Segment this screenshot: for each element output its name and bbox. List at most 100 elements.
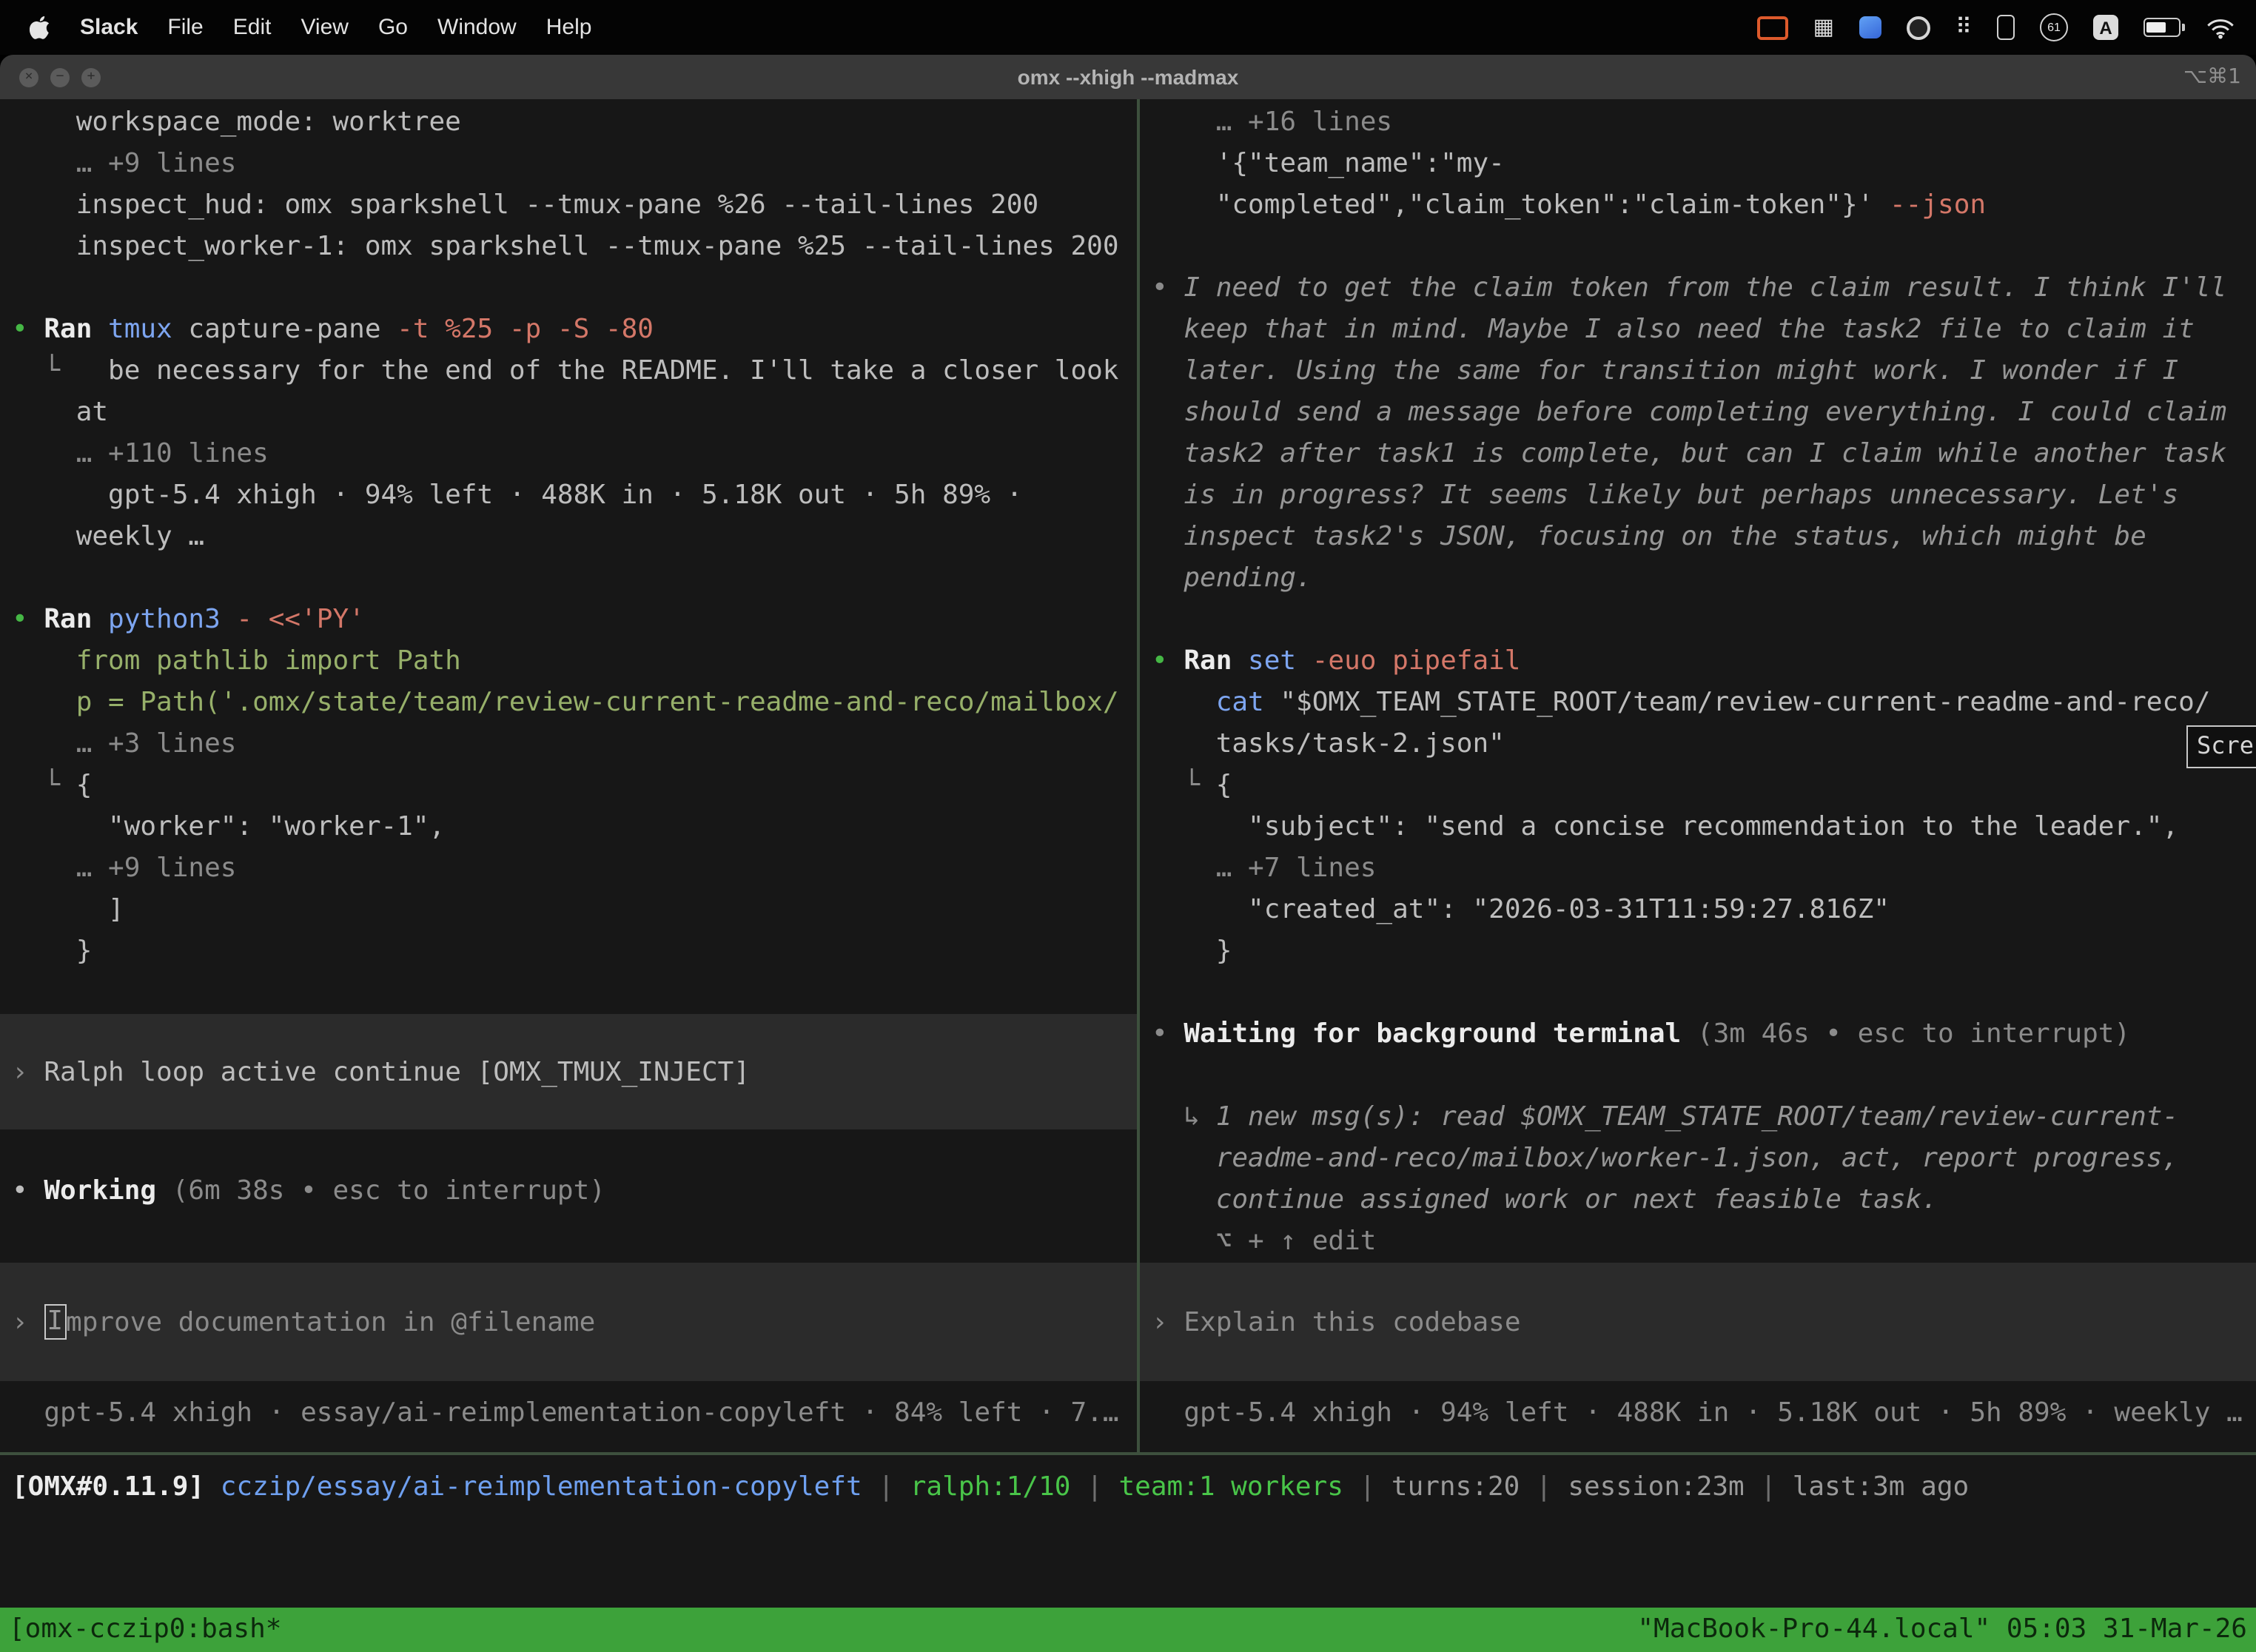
- thinking-line: later. Using the same for transition mig…: [1140, 351, 2256, 392]
- menu-window[interactable]: Window: [423, 15, 531, 40]
- script-line: p = Path('.omx/state/team/review-current…: [0, 682, 1137, 724]
- script-line: from pathlib import Path: [0, 641, 1137, 682]
- prompt-icon: ›: [12, 1306, 28, 1337]
- menu-bar-left: SlackFileEditViewGoWindowHelp: [21, 15, 606, 40]
- blue-app-icon[interactable]: [1859, 16, 1881, 38]
- terminal-line: … +9 lines: [0, 144, 1137, 185]
- mailbox-message-line: continue assigned work or next feasible …: [1140, 1180, 2256, 1221]
- menu-bar-status-icons: ▦ ⠿ 61 A: [1732, 13, 2235, 41]
- inject-message-bar[interactable]: › Ralph loop active continue [OMX_TMUX_IN…: [0, 1014, 1137, 1129]
- terminal-content: workspace_mode: worktree … +9 lines insp…: [0, 99, 2256, 1652]
- tmux-pane-right[interactable]: … +16 lines '{"team_name":"my-team","tas…: [1140, 99, 2256, 1452]
- menu-edit[interactable]: Edit: [218, 15, 286, 40]
- collapsed-lines-indicator: … +16 lines: [1140, 102, 2256, 144]
- command-output-line: └{: [0, 765, 1137, 807]
- tmux-pane-left[interactable]: workspace_mode: worktree … +9 lines insp…: [0, 99, 1137, 1452]
- bullet-icon: •: [1152, 641, 1168, 682]
- phone-icon[interactable]: [1997, 15, 2015, 40]
- menu-bar: SlackFileEditViewGoWindowHelp ▦ ⠿ 61 A: [0, 0, 2256, 55]
- turns-counter: turns:20: [1391, 1467, 1520, 1508]
- command-output-line: }: [1140, 931, 2256, 973]
- terminal-line: '{"team_name":"my-team","task_id":"1","f…: [1140, 144, 2256, 185]
- wifi-icon[interactable]: [2206, 16, 2235, 39]
- prompt-placeholder: mprove documentation in @filename: [66, 1306, 595, 1337]
- command-output-line: weekly …: [0, 517, 1137, 558]
- menu-view[interactable]: View: [286, 15, 363, 40]
- tmux-status-bar: [omx-cczip0:bash* "MacBook-Pro-44.local" …: [0, 1608, 2256, 1652]
- command-output-line: "subject": "send a concise recommendatio…: [1140, 807, 2256, 848]
- omx-version: [OMX#0.11.9]: [12, 1467, 204, 1508]
- collapsed-lines-indicator: … +7 lines: [1140, 848, 2256, 890]
- reply-arrow-icon: ↳: [1184, 1097, 1200, 1138]
- tmux-horizontal-divider: [0, 1452, 2256, 1455]
- terminal-line: inspect_hud: omx sparkshell --tmux-pane …: [0, 185, 1137, 226]
- prompt-input-left[interactable]: › Improve documentation in @filename: [0, 1263, 1137, 1381]
- prompt-icon: ›: [12, 1056, 28, 1087]
- corner-icon: └: [1184, 765, 1200, 807]
- inject-message-text: Ralph loop active continue [OMX_TMUX_INJ…: [44, 1056, 750, 1087]
- command-output-line: at: [0, 392, 1137, 434]
- bullet-icon: •: [12, 1171, 28, 1212]
- command-output-line: gpt-5.4 xhigh · 94% left · 488K in · 5.1…: [0, 475, 1137, 517]
- menu-file[interactable]: File: [152, 15, 218, 40]
- collapsed-lines-indicator: … +3 lines: [0, 724, 1137, 765]
- thinking-line: inspect task2's JSON, focusing on the st…: [1140, 517, 2256, 558]
- thinking-line: task2 after task1 is complete, but can I…: [1140, 434, 2256, 475]
- thinking-line: keep that in mind. Maybe I also need the…: [1140, 309, 2256, 351]
- pane-status-line-right: gpt-5.4 xhigh · 94% left · 488K in · 5.1…: [1140, 1393, 2256, 1434]
- close-button[interactable]: ×: [19, 67, 38, 87]
- omx-project-path: cczip/essay/ai-reimplementation-copyleft: [221, 1467, 862, 1508]
- thinking-line: pending.: [1140, 558, 2256, 600]
- ran-command-line: •Ranset-euo pipefail: [1140, 641, 2256, 682]
- screen: SlackFileEditViewGoWindowHelp ▦ ⠿ 61 A ×−+ …: [0, 0, 2256, 1652]
- prompt-placeholder: Explain this codebase: [1184, 1306, 1520, 1337]
- input-source-icon[interactable]: A: [2093, 15, 2118, 40]
- keyboard-grid-icon[interactable]: ▦: [1813, 16, 1834, 38]
- minimize-button[interactable]: −: [50, 67, 70, 87]
- ralph-counter: ralph:1/10: [910, 1467, 1071, 1508]
- menu-app-name[interactable]: Slack: [65, 15, 152, 40]
- command-line: cat"$OMX_TEAM_STATE_ROOT/team/review-cur…: [1140, 682, 2256, 724]
- collapsed-lines-indicator: … +9 lines: [0, 848, 1137, 890]
- menu-help[interactable]: Help: [531, 15, 607, 40]
- command-line: tasks/task-2.json": [1140, 724, 2256, 765]
- command-output-line: └be necessary for the end of the README.…: [0, 351, 1137, 392]
- terminal-line: inspect_worker-1: omx sparkshell --tmux-…: [0, 226, 1137, 268]
- battery-icon[interactable]: [2143, 18, 2181, 37]
- menu-go[interactable]: Go: [363, 15, 423, 40]
- ring-app-icon[interactable]: [1907, 16, 1930, 39]
- dots-grid-icon[interactable]: ⠿: [1955, 16, 1972, 38]
- terminal-line: "completed","claim_token":"claim-token"}…: [1140, 185, 2256, 226]
- omx-status-line: [OMX#0.11.9] cczip/essay/ai-reimplementat…: [12, 1467, 1969, 1508]
- screen-recording-icon[interactable]: [1757, 16, 1788, 39]
- tmux-host-and-clock: "MacBook-Pro-44.local" 05:03 31-Mar-26: [1637, 1608, 2247, 1652]
- window-titlebar[interactable]: ×−+ omx --xhigh --madmax ⌥⌘1: [0, 55, 2256, 99]
- command-output-line: "created_at": "2026-03-31T11:59:27.816Z": [1140, 890, 2256, 931]
- command-output-line: "worker": "worker-1",: [0, 807, 1137, 848]
- battery-percentage-icon[interactable]: 61: [2040, 13, 2068, 41]
- working-status-line: •Working(6m 38s • esc to interrupt): [0, 1171, 1137, 1212]
- corner-icon: └: [44, 351, 60, 392]
- text-cursor: I: [44, 1304, 66, 1340]
- prompt-icon: ›: [1152, 1306, 1168, 1337]
- terminal-window: ×−+ omx --xhigh --madmax ⌥⌘1 workspace_m…: [0, 55, 2256, 1652]
- window-controls: ×−+: [0, 67, 101, 87]
- tmux-session-name: [omx-cczip0:bash*: [9, 1608, 281, 1652]
- team-workers: team:1 workers: [1118, 1467, 1343, 1508]
- terminal-line: workspace_mode: worktree: [0, 102, 1137, 144]
- collapsed-lines-indicator: … +110 lines: [0, 434, 1137, 475]
- window-shortcut-hint: ⌥⌘1: [2183, 55, 2241, 99]
- edit-shortcut-hint: ⌥ + ↑ edit: [1140, 1221, 2256, 1263]
- screen-tooltip: Scre: [2186, 725, 2256, 768]
- thinking-line: is in progress? It seems likely but perh…: [1140, 475, 2256, 517]
- bullet-icon: •: [1152, 268, 1168, 309]
- zoom-button[interactable]: +: [81, 67, 101, 87]
- mailbox-message-line: ↳1 new msg(s): read $OMX_TEAM_STATE_ROOT…: [1140, 1097, 2256, 1138]
- thinking-line: should send a message before completing …: [1140, 392, 2256, 434]
- mailbox-message-line: readme-and-reco/mailbox/worker-1.json, a…: [1140, 1138, 2256, 1180]
- apple-menu-icon[interactable]: [30, 15, 50, 40]
- command-output-line: └{: [1140, 765, 2256, 807]
- prompt-input-right[interactable]: › Explain this codebase: [1140, 1263, 2256, 1381]
- thinking-line: •I need to get the claim token from the …: [1140, 268, 2256, 309]
- pane-status-line-left: gpt-5.4 xhigh · essay/ai-reimplementatio…: [0, 1393, 1137, 1434]
